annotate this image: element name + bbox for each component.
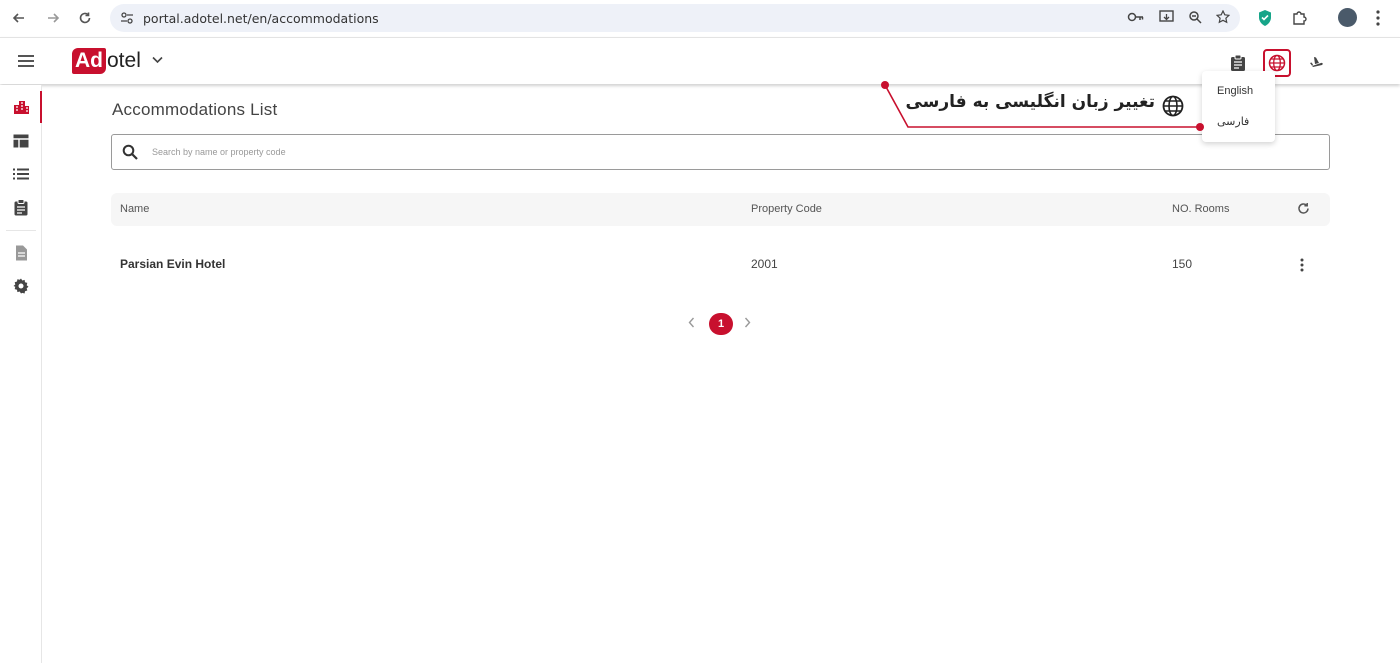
- sidebar-item-documents[interactable]: [0, 241, 42, 265]
- table-header: Name Property Code NO. Rooms: [111, 193, 1330, 226]
- password-key-icon[interactable]: [1127, 11, 1145, 26]
- browser-menu-icon[interactable]: [1376, 10, 1380, 31]
- zoom-icon[interactable]: [1188, 10, 1202, 27]
- table-layout-icon: [13, 134, 29, 148]
- column-header-name[interactable]: Name: [120, 203, 149, 215]
- sidebar-divider: [6, 230, 36, 231]
- next-page-icon[interactable]: [744, 316, 751, 331]
- url-text: portal.adotel.net/en/accommodations: [143, 10, 379, 26]
- buildings-icon: [13, 101, 29, 114]
- search-icon: [122, 144, 138, 165]
- forward-icon[interactable]: [40, 5, 66, 31]
- language-option-english[interactable]: English: [1217, 85, 1253, 97]
- back-icon[interactable]: [6, 5, 32, 31]
- language-menu: English فارسی: [1202, 71, 1275, 142]
- chevron-down-icon[interactable]: [152, 53, 163, 67]
- row-actions-kebab-icon[interactable]: [1300, 258, 1304, 275]
- search-box[interactable]: [111, 134, 1330, 170]
- sidebar: [0, 85, 42, 663]
- sidebar-item-settings[interactable]: [0, 274, 42, 298]
- page-title: Accommodations List: [112, 100, 278, 119]
- bookmark-star-icon[interactable]: [1215, 9, 1231, 27]
- cell-name[interactable]: Parsian Evin Hotel: [120, 257, 225, 271]
- sidebar-item-accommodations[interactable]: [0, 91, 42, 123]
- prev-page-icon[interactable]: [688, 316, 695, 331]
- address-bar[interactable]: portal.adotel.net/en/accommodations: [110, 4, 1240, 32]
- adotel-logo[interactable]: Ad otel: [72, 48, 141, 74]
- hamburger-menu-icon[interactable]: [18, 55, 34, 67]
- sidebar-item-list[interactable]: [0, 162, 42, 186]
- pagination: 1: [686, 313, 756, 335]
- reload-icon[interactable]: [72, 5, 98, 31]
- cell-property-code: 2001: [751, 257, 778, 271]
- document-icon: [15, 245, 27, 261]
- column-header-property-code[interactable]: Property Code: [751, 203, 822, 215]
- annotation-text: تغییر زبان انگلیسی به فارسی: [905, 92, 1155, 112]
- browser-toolbar: portal.adotel.net/en/accommodations: [0, 0, 1400, 37]
- logo-wordmark: otel: [107, 49, 141, 72]
- list-icon: [13, 168, 29, 180]
- search-input[interactable]: [152, 144, 1252, 160]
- sidebar-item-dashboard[interactable]: [0, 129, 42, 153]
- language-option-persian[interactable]: فارسی: [1217, 115, 1249, 128]
- table-row[interactable]: Parsian Evin Hotel 2001 150: [111, 248, 1330, 282]
- flight-icon[interactable]: [1303, 49, 1331, 77]
- profile-avatar-icon[interactable]: [1338, 8, 1357, 27]
- cell-rooms: 150: [1172, 257, 1193, 271]
- clipboard-icon: [14, 198, 28, 215]
- page-number-button[interactable]: 1: [709, 313, 733, 335]
- app-header: Ad otel: [0, 37, 1400, 84]
- annotation-globe-icon: [1162, 95, 1184, 122]
- refresh-icon[interactable]: [1297, 202, 1310, 218]
- extension-shield-icon[interactable]: [1257, 9, 1273, 32]
- globe-icon: [1268, 54, 1286, 72]
- column-header-rooms[interactable]: NO. Rooms: [1172, 203, 1229, 215]
- install-app-icon[interactable]: [1159, 9, 1174, 27]
- gear-icon: [13, 278, 29, 294]
- site-settings-icon[interactable]: [120, 11, 134, 30]
- extensions-puzzle-icon[interactable]: [1291, 10, 1307, 31]
- sidebar-item-reservations[interactable]: [0, 195, 42, 219]
- logo-mark: Ad: [72, 48, 106, 74]
